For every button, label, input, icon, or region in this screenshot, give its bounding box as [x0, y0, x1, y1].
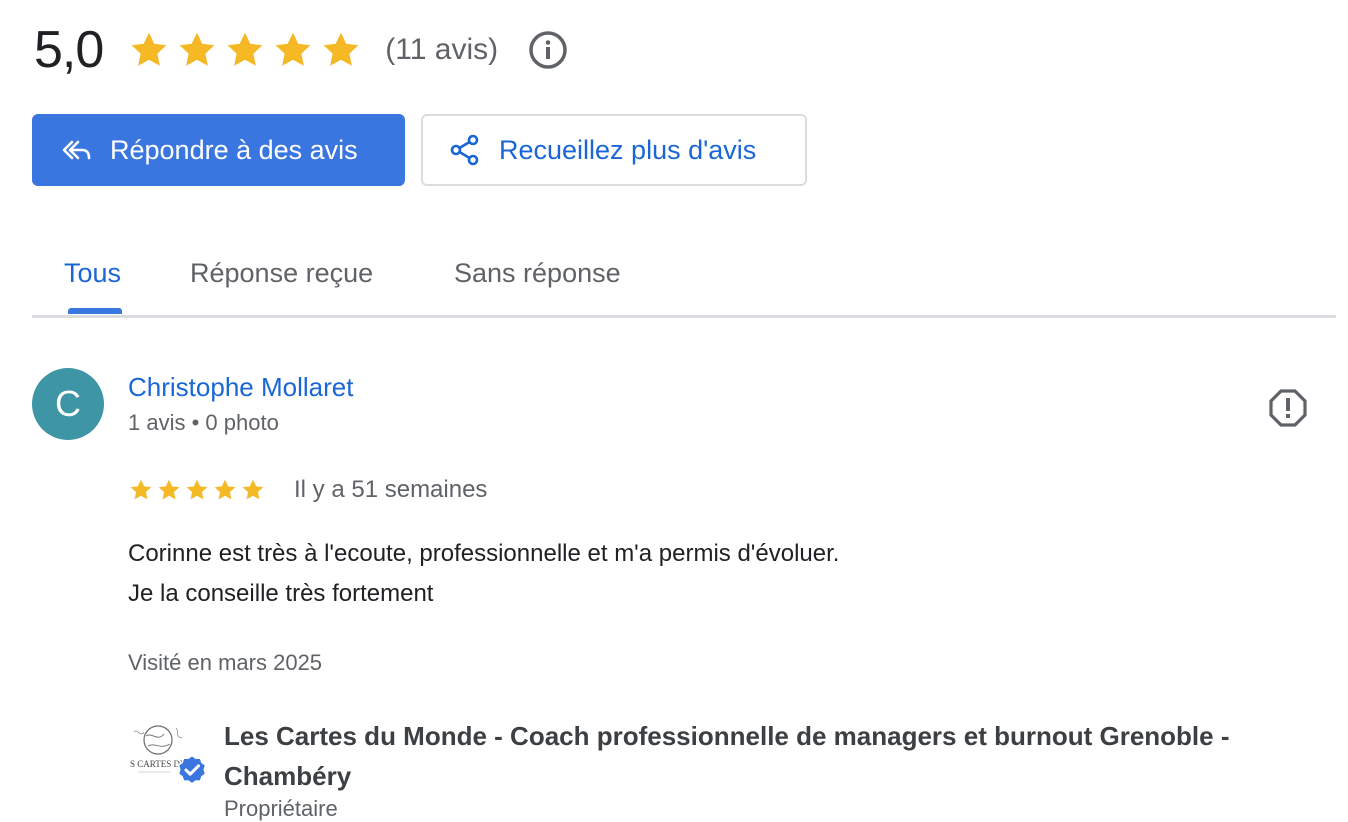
verified-badge-icon [177, 754, 207, 785]
reply-to-reviews-button[interactable]: Répondre à des avis [32, 114, 405, 186]
visit-date: Visité en mars 2025 [128, 650, 323, 675]
star-icon [131, 32, 167, 66]
rating-stars [127, 28, 363, 72]
review-count: (11 avis) [385, 33, 499, 66]
collect-reviews-button[interactable]: Recueillez plus d'avis [421, 114, 807, 186]
info-circle-icon [529, 31, 567, 69]
report-review-button[interactable] [1268, 388, 1308, 428]
collect-reviews-label: Recueillez plus d'avis [499, 134, 757, 165]
action-buttons: Répondre à des avis Recueillez plus d'av… [32, 114, 807, 186]
reply-to-reviews-label: Répondre à des avis [110, 134, 358, 165]
star-icon [214, 479, 236, 500]
review-rating-row: Il y a 51 semaines [128, 476, 487, 504]
reviewer-meta: 1 avis • 0 photo [128, 410, 279, 435]
reply-all-icon [58, 132, 94, 168]
review-filter-tabs: Tous Réponse reçue Sans réponse [32, 230, 1336, 318]
owner-business-name: Les Cartes du Monde - Coach professionne… [224, 721, 1230, 791]
info-button[interactable] [528, 30, 568, 70]
rating-summary: 5,0 (11 avis) [34, 18, 568, 82]
tabs-divider [32, 315, 1336, 318]
star-icon [242, 479, 264, 500]
tab-all[interactable]: Tous [64, 230, 121, 316]
star-icon [227, 32, 263, 66]
review-text: Corinne est très à l'ecoute, professionn… [128, 540, 840, 607]
tab-replied[interactable]: Réponse reçue [190, 230, 373, 316]
review-date: Il y a 51 semaines [294, 476, 488, 503]
star-icon [158, 479, 180, 500]
report-octagon-icon [1269, 389, 1307, 427]
star-icon [275, 32, 311, 66]
reviewer-name[interactable]: Christophe Mollaret [128, 372, 353, 403]
tab-unreplied[interactable]: Sans réponse [454, 230, 621, 316]
star-icon [323, 32, 359, 66]
avatar[interactable]: C [32, 368, 104, 440]
star-icon [130, 479, 152, 500]
average-rating: 5,0 [34, 21, 104, 79]
star-icon [186, 479, 208, 500]
active-tab-indicator [68, 308, 122, 314]
star-icon [179, 32, 215, 66]
owner-role-label: Propriétaire [224, 796, 338, 821]
share-icon [447, 132, 483, 168]
